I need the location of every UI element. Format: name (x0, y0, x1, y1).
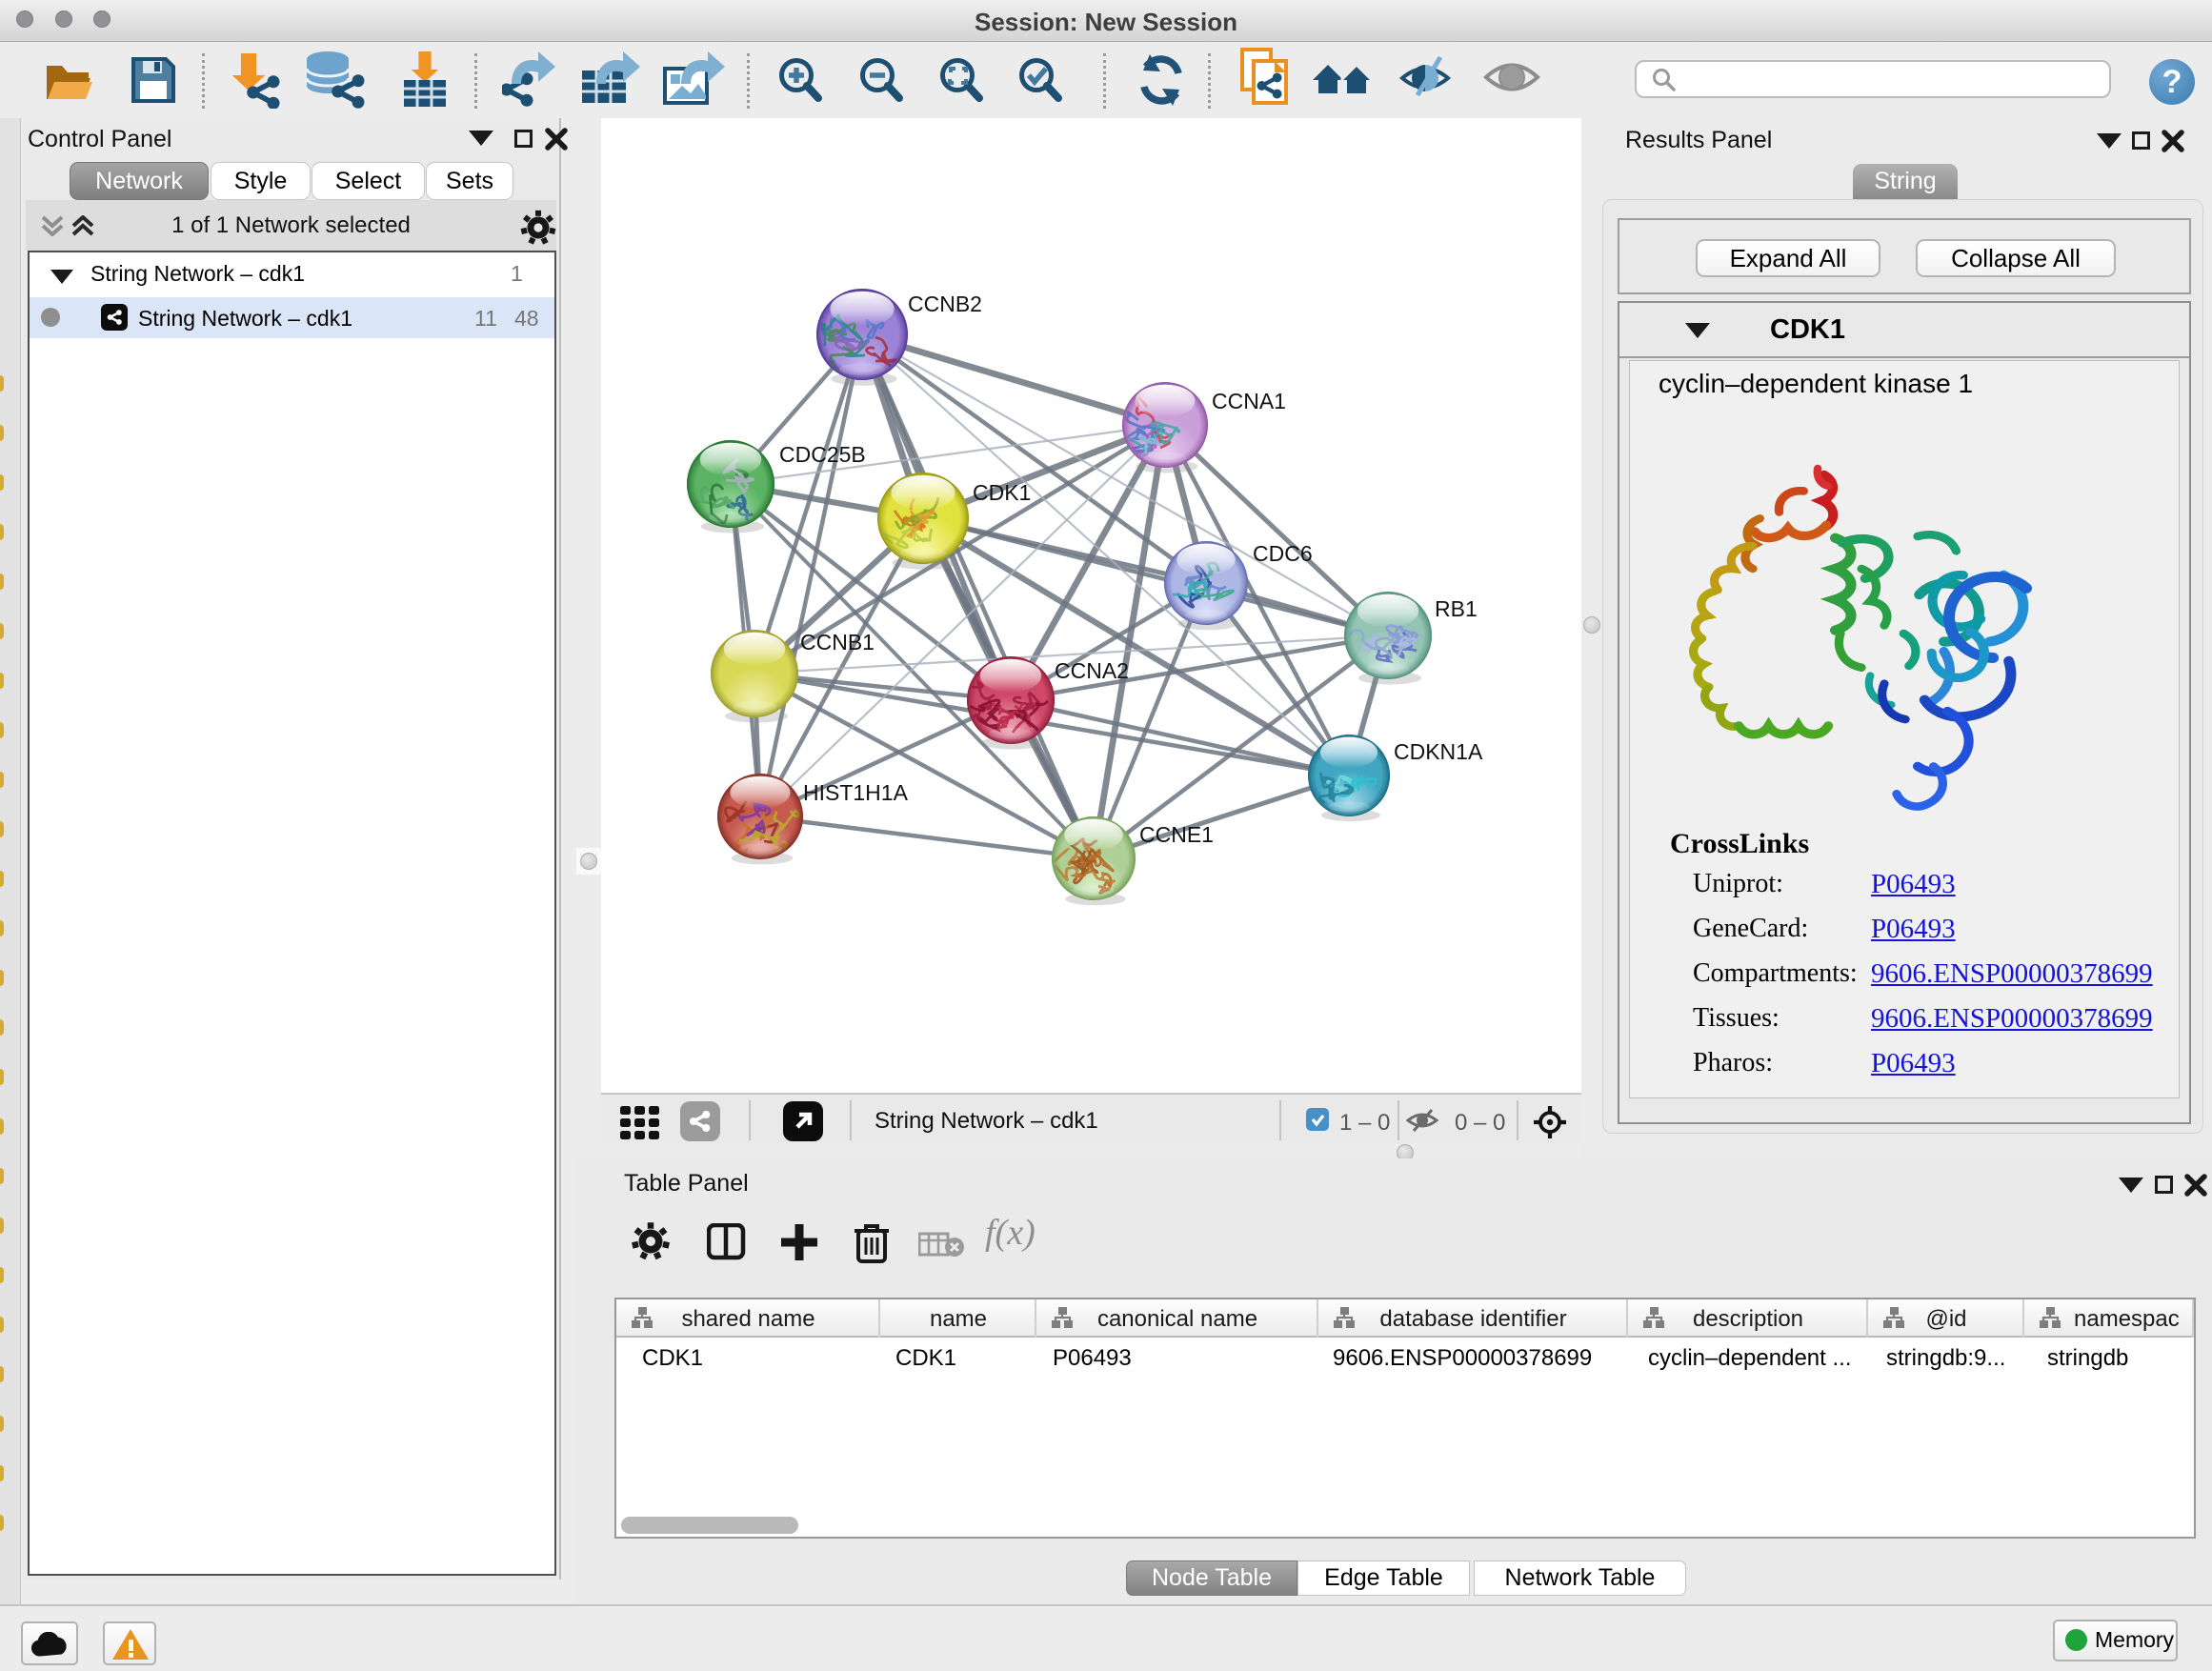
svg-text:HIST1H1A: HIST1H1A (803, 780, 909, 805)
svg-text:CDK1: CDK1 (973, 480, 1031, 505)
svg-text:CDKN1A: CDKN1A (1394, 739, 1483, 764)
svg-text:RB1: RB1 (1435, 596, 1478, 621)
svg-text:CCNA2: CCNA2 (1055, 658, 1129, 683)
svg-text:CCNB1: CCNB1 (800, 630, 875, 654)
svg-text:CDC25B: CDC25B (779, 442, 866, 467)
svg-text:CDC6: CDC6 (1253, 541, 1313, 566)
svg-text:CCNA1: CCNA1 (1212, 389, 1286, 413)
svg-text:CCNE1: CCNE1 (1139, 822, 1214, 847)
svg-text:CCNB2: CCNB2 (908, 292, 982, 316)
